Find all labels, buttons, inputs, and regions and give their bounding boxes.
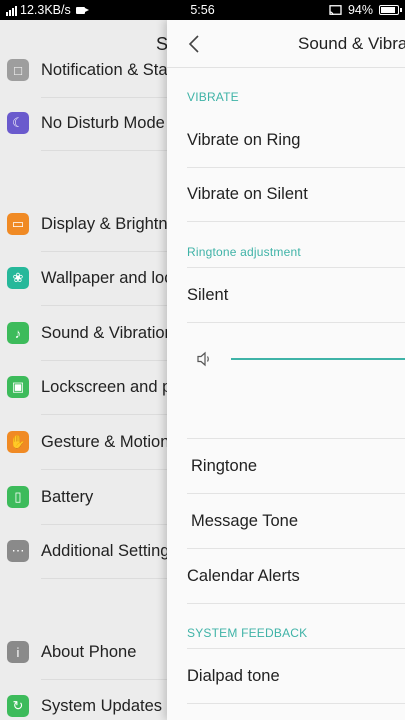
ringtone-label: Ringtone xyxy=(191,456,258,475)
calendar-alerts-label: Calendar Alerts xyxy=(187,566,300,585)
vibrate-on-silent-label: Vibrate on Silent xyxy=(187,184,308,203)
moon-icon: ☾ xyxy=(7,112,29,134)
dialpad-tone-row[interactable]: Dialpad tone xyxy=(167,649,405,703)
status-bar: 12.3KB/s 5:56 94% xyxy=(0,0,405,20)
panel-header: Sound & Vibra xyxy=(167,20,405,68)
divider xyxy=(187,703,405,704)
section-header-system-feedback: SYSTEM FEEDBACK xyxy=(187,626,308,640)
hand-icon: ✋ xyxy=(7,431,29,453)
vibrate-on-ring-label: Vibrate on Ring xyxy=(187,130,301,149)
cast-icon xyxy=(329,4,342,15)
battery-icon xyxy=(379,5,402,15)
display-icon: ▭ xyxy=(7,213,29,235)
signal-icon xyxy=(6,5,17,16)
video-icon xyxy=(75,6,89,14)
settings-item-label: About Phone xyxy=(41,642,137,661)
vibrate-on-ring-row[interactable]: Vibrate on Ring xyxy=(167,113,405,167)
speaker-icon: ♪ xyxy=(7,322,29,344)
settings-item-label: No Disturb Mode xyxy=(41,113,165,132)
battery-percent: 94% xyxy=(347,3,373,17)
settings-item-label: Sound & Vibration xyxy=(41,323,174,342)
section-header-ringtone: Ringtone adjustment xyxy=(187,245,301,259)
vibrate-on-silent-row[interactable]: Vibrate on Silent xyxy=(167,167,405,221)
settings-item-label: Gesture & Motion xyxy=(41,432,170,451)
info-icon: i xyxy=(7,641,29,663)
settings-item-label: Wallpaper and loc xyxy=(41,268,173,287)
sound-vibration-panel: Sound & Vibra VIBRATE Vibrate on Ring Vi… xyxy=(167,20,405,720)
settings-item-label: Notification & Sta xyxy=(41,60,168,79)
net-speed: 12.3KB/s xyxy=(20,3,71,17)
back-arrow-icon[interactable] xyxy=(187,35,201,53)
notification-icon: □ xyxy=(7,59,29,81)
settings-item-label: Lockscreen and p xyxy=(41,377,172,396)
calendar-alerts-row[interactable]: Calendar Alerts xyxy=(167,549,405,603)
update-icon: ↻ xyxy=(7,695,29,717)
message-tone-label: Message Tone xyxy=(191,511,299,530)
divider xyxy=(187,603,405,604)
panel-title: Sound & Vibra xyxy=(298,34,405,53)
ringtone-row[interactable]: Ringtone xyxy=(167,439,405,493)
section-header-vibrate: VIBRATE xyxy=(187,90,239,104)
more-icon: ⋯ xyxy=(7,540,29,562)
settings-item-label: Battery xyxy=(41,487,94,506)
dialpad-tone-label: Dialpad tone xyxy=(187,666,280,685)
silent-row[interactable]: Silent xyxy=(167,268,405,322)
speaker-icon xyxy=(197,351,209,367)
settings-item-label: System Updates xyxy=(41,696,163,715)
lock-icon: ▣ xyxy=(7,376,29,398)
battery-icon: ▯ xyxy=(7,486,29,508)
volume-slider[interactable] xyxy=(231,358,405,360)
divider xyxy=(187,221,405,222)
silent-label: Silent xyxy=(187,285,229,304)
wallpaper-icon: ❀ xyxy=(7,267,29,289)
settings-item-label: Display & Brightn xyxy=(41,214,168,233)
settings-item-label: Additional Setting xyxy=(41,541,170,560)
volume-row xyxy=(167,323,405,393)
message-tone-row[interactable]: Message Tone xyxy=(167,494,405,548)
